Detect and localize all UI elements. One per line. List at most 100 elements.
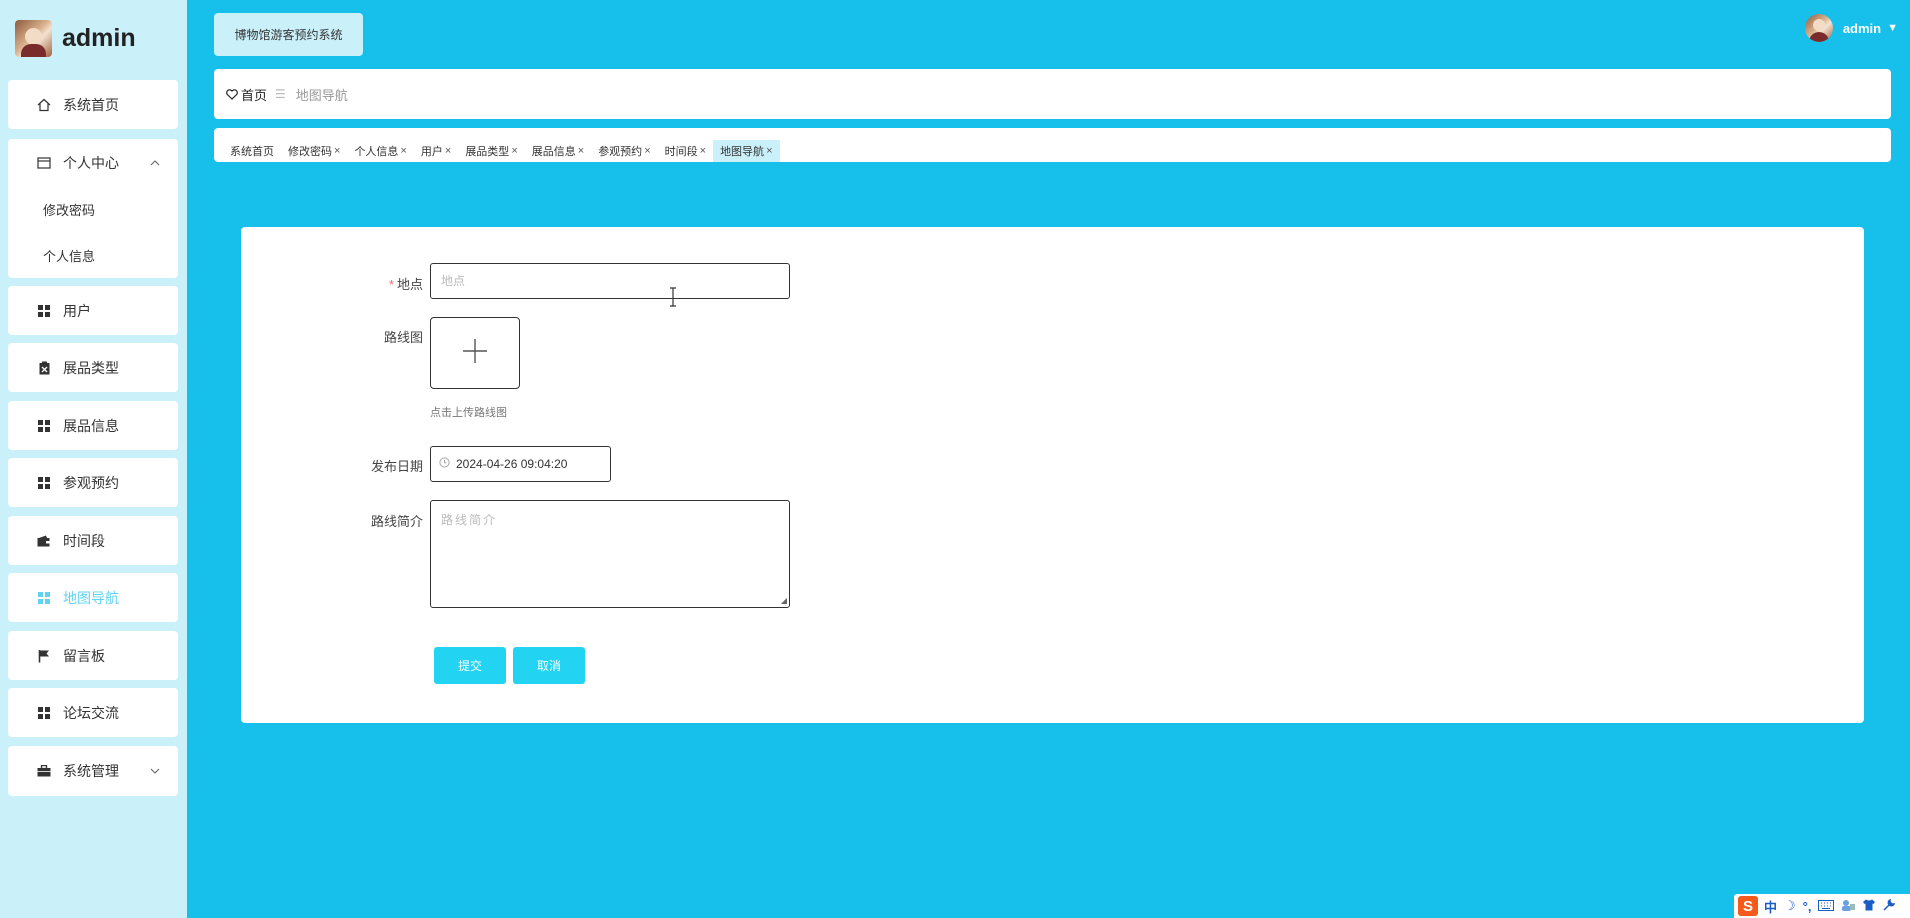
sidebar-item-exhibit-info-row[interactable]: 展品信息: [8, 401, 178, 450]
route-image-upload[interactable]: [430, 317, 520, 389]
sidebar-item-home[interactable]: 系统首页: [8, 80, 178, 129]
sidebar-item-exhibit-types[interactable]: 展品类型: [8, 343, 178, 392]
sidebar-item-map-nav-row[interactable]: 地图导航: [8, 573, 178, 622]
sidebar-item-system-admin-row[interactable]: 系统管理: [8, 746, 178, 796]
sidebar-item-timeslots-row[interactable]: 时间段: [8, 516, 178, 565]
required-mark: *: [388, 277, 394, 292]
close-icon[interactable]: ×: [644, 145, 650, 157]
sidebar-item-message-board-row[interactable]: 留言板: [8, 631, 178, 680]
route-intro-textarea[interactable]: [431, 501, 789, 607]
user-menu[interactable]: admin ▼: [1804, 14, 1898, 42]
user-icon[interactable]: [1841, 899, 1856, 914]
location-label: * 地点: [333, 274, 423, 293]
close-icon[interactable]: ×: [766, 145, 772, 157]
sidebar-item-label: 留言板: [63, 647, 105, 664]
sidebar-item-forum[interactable]: 论坛交流: [8, 688, 178, 737]
sidebar-item-users[interactable]: 用户: [8, 286, 178, 335]
tab-exhibit-types[interactable]: 展品类型 ×: [458, 140, 524, 162]
tab-exhibit-info[interactable]: 展品信息 ×: [525, 140, 591, 162]
ime-lang-toggle[interactable]: 中: [1764, 897, 1777, 916]
sidebar-item-forum-row[interactable]: 论坛交流: [8, 688, 178, 737]
route-image-label: 路线图: [383, 330, 423, 345]
close-icon[interactable]: ×: [445, 145, 451, 157]
ime-toolbar[interactable]: S 中 ☽ °,: [1734, 894, 1910, 918]
sidebar-item-home-row[interactable]: 系统首页: [8, 80, 178, 129]
tab-change-password[interactable]: 修改密码 ×: [281, 140, 347, 162]
sidebar-group-personal: 个人中心 修改密码 个人信息: [8, 139, 178, 278]
sidebar-item-label: 地图导航: [63, 589, 119, 606]
home-icon: [35, 98, 53, 112]
breadcrumb-separator-icon: ☰: [275, 87, 286, 101]
breadcrumb-home-label: 首页: [241, 87, 268, 103]
plus-icon: [462, 338, 488, 369]
sogou-logo-icon: S: [1738, 896, 1758, 916]
sidebar-item-label: 参观预约: [63, 474, 119, 491]
publish-date-value: 2024-04-26 09:04:20: [456, 457, 568, 471]
chevron-down-icon: [150, 765, 160, 777]
sidebar-item-exhibit-types-row[interactable]: 展品类型: [8, 343, 178, 392]
submit-button[interactable]: 提交: [434, 647, 506, 684]
sidebar-item-timeslots[interactable]: 时间段: [8, 516, 178, 565]
chevron-up-icon: [150, 157, 160, 169]
cancel-button[interactable]: 取消: [513, 647, 585, 684]
tab-label: 地图导航: [720, 146, 765, 158]
clipboard-icon: [35, 361, 53, 375]
publish-date-field[interactable]: 2024-04-26 09:04:20: [430, 446, 611, 482]
tab-profile[interactable]: 个人信息 ×: [347, 140, 413, 162]
tab-label: 修改密码: [288, 146, 332, 158]
close-icon[interactable]: ×: [511, 145, 517, 157]
tab-label: 个人信息: [354, 146, 399, 158]
close-icon[interactable]: ×: [400, 145, 406, 157]
caret-down-icon: ▼: [1887, 22, 1898, 34]
wallet-icon: [35, 535, 53, 547]
wrench-icon[interactable]: [1883, 898, 1896, 914]
shirt-icon[interactable]: [1862, 899, 1876, 914]
close-icon[interactable]: ×: [334, 145, 340, 157]
sidebar-item-label: 展品类型: [63, 359, 119, 376]
sidebar-item-system-admin[interactable]: 系统管理: [8, 746, 178, 796]
briefcase-icon: [35, 765, 53, 777]
tab-bar: 系统首页 修改密码 × 个人信息 × 用户 × 展品类型 × 展品信息 × 参观预约 × 时…: [214, 128, 1891, 162]
tab-timeslots[interactable]: 时间段 ×: [658, 140, 713, 162]
tab-users[interactable]: 用户 ×: [414, 140, 458, 162]
location-input[interactable]: [441, 274, 789, 288]
sidebar-item-reservations[interactable]: 参观预约: [8, 458, 178, 507]
sidebar-item-label: 系统管理: [63, 763, 119, 779]
tab-home[interactable]: 系统首页: [223, 140, 281, 162]
sidebar-item-users-row[interactable]: 用户: [8, 286, 178, 335]
tab-label: 展品类型: [465, 146, 510, 158]
sidebar-item-label: 个人中心: [63, 155, 119, 171]
grid-icon: [35, 304, 53, 317]
map-nav-form: *地点 路线图 点击上传路线图 发布日期 2024-04-26 09:04:20…: [241, 227, 1864, 723]
route-intro-field[interactable]: ◢: [430, 500, 790, 608]
ime-punct-toggle[interactable]: °,: [1803, 899, 1812, 914]
close-icon[interactable]: ×: [700, 145, 706, 157]
user-avatar: [1804, 14, 1833, 42]
sidebar-subitem-change-password[interactable]: 修改密码: [8, 187, 178, 232]
sidebar-subitem-profile[interactable]: 个人信息: [8, 232, 178, 278]
resize-grip-icon[interactable]: ◢: [781, 596, 787, 605]
breadcrumb-home[interactable]: 首页: [226, 85, 267, 104]
sidebar-item-message-board[interactable]: 留言板: [8, 631, 178, 680]
sidebar-item-personal[interactable]: 个人中心: [8, 139, 178, 187]
sidebar-item-label: 用户: [63, 302, 91, 319]
flag-icon: [35, 649, 53, 663]
sidebar-item-label: 论坛交流: [63, 704, 119, 721]
card-icon: [35, 157, 53, 169]
heart-icon: [226, 88, 238, 100]
clock-icon: [439, 457, 450, 471]
tab-reservations[interactable]: 参观预约 ×: [591, 140, 657, 162]
tab-map-nav[interactable]: 地图导航 ×: [713, 140, 780, 162]
system-title-button[interactable]: 博物馆游客预约系统: [214, 13, 363, 56]
close-icon[interactable]: ×: [578, 145, 584, 157]
keyboard-icon[interactable]: [1818, 899, 1835, 914]
sidebar-item-map-nav[interactable]: 地图导航: [8, 573, 178, 622]
location-field[interactable]: [430, 263, 790, 307]
sidebar-item-label: 展品信息: [63, 417, 119, 434]
grid-icon: [35, 706, 53, 719]
grid-icon: [35, 476, 53, 489]
ime-moon-toggle[interactable]: ☽: [1784, 898, 1796, 914]
sidebar-item-exhibit-info[interactable]: 展品信息: [8, 401, 178, 450]
user-name: admin: [1842, 20, 1882, 36]
sidebar-item-reservations-row[interactable]: 参观预约: [8, 458, 178, 507]
